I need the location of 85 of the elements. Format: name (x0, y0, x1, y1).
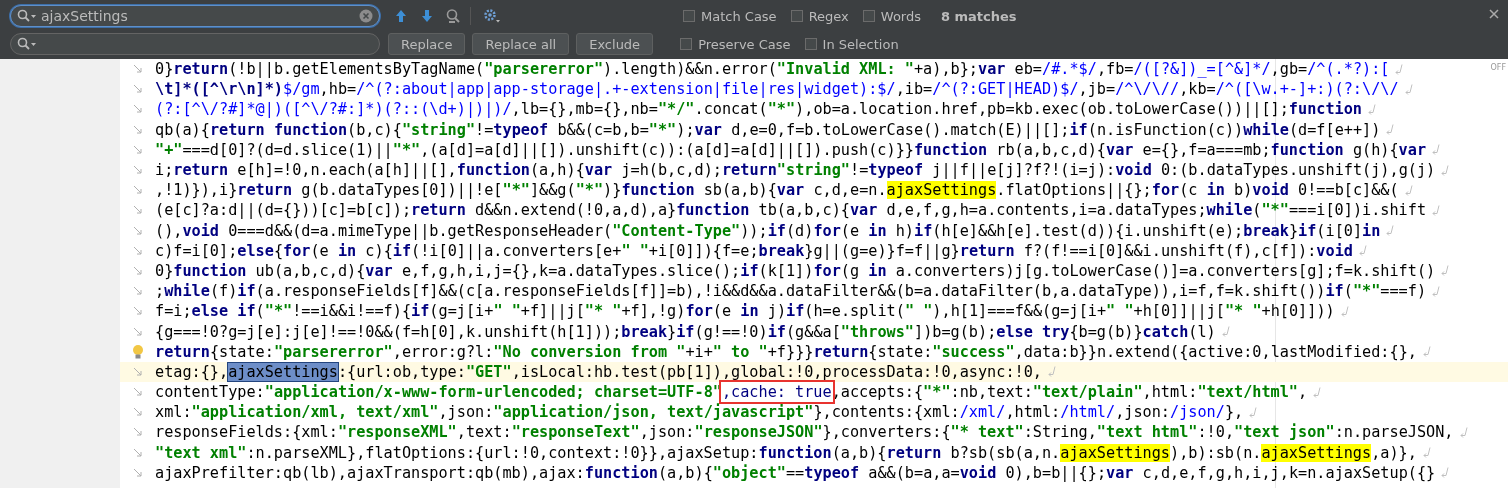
code-line: (?:[^\/?#]*@|)([^\/?#:]*)(?::(\d+)|)|)/,lb={},mb={},nb="*/".concat("*"),ob=a.location.href,pb=kb.exec(ob.toLowerCase())||[];function (155, 100, 1362, 119)
soft-wrap-icon (132, 104, 143, 115)
soft-wrap-icon (1441, 265, 1450, 277)
soft-wrap-icon (132, 387, 143, 398)
code-line: (),void 0===d&&(d=a.mimeType||b.getResponseHeader("Content-Type"));if(d)for(e in h)if(h[e]&&h[e].test(d)){i.unshift(e);break}if(i[0]in (155, 221, 1381, 240)
code-line: contentType:"application/x-www-form-urlencoded; charset=UTF-8",cache: true,accepts:{"*":nb,text:"text/plain",html:"text/html", (155, 383, 1308, 402)
replace-bar-button[interactable]: Replace all (472, 33, 570, 55)
code-line: ajaxPrefilter:qb(lb),ajaxTransport:qb(mb),ajax:function(a,b){"object"==typeof a&&(b=a,a=void 0),b=b||{};var c,d,e,f,g,h,i,j,k=n.ajaxSetup({} (155, 463, 1436, 482)
soft-wrap-icon (1368, 103, 1376, 115)
replace-field[interactable] (10, 33, 380, 55)
soft-wrap-icon (1386, 124, 1395, 136)
soft-wrap-icon (132, 64, 143, 75)
lightbulb-icon[interactable] (131, 343, 144, 360)
checkbox-label: Regex (808, 8, 849, 24)
replace-bar-button[interactable]: Exclude (576, 33, 654, 55)
search-icon[interactable] (17, 9, 37, 23)
code-line: responseFields:{xml:"responseXML",text:"responseText",json:"responseJSON"},converters:{"* text":String,"text html":!0,"text json":n.parseJSON, (155, 423, 1454, 442)
checkbox[interactable] (790, 10, 803, 22)
soft-wrap-icon (132, 407, 143, 418)
soft-wrap-icon (132, 185, 143, 196)
checkbox-label: Preserve Case (698, 36, 791, 52)
code-line: i;return e[h]=!0,n.each(a[h]||[],function(a,h){var j=h(b,c,d);return"string"!=typeof j||f||e[j]?f?!(i=j):void 0:(b.dataTypes.unshift(j),g(j) (155, 161, 1436, 180)
soft-wrap-icon (1249, 406, 1258, 418)
soft-wrap-icon (132, 366, 143, 377)
soft-wrap-icon (132, 245, 143, 256)
clear-icon[interactable] (359, 9, 373, 23)
soft-wrap-icon (132, 225, 143, 236)
code-line: 0}function ub(a,b,c,d){var e,f,g,h,i,j={},k=a.dataTypes.slice();if(k[1])for(g in a.converters)j[g.toLowerCase()]=a.converters[g];f=k.shift() (155, 261, 1436, 280)
soft-wrap-icon (1432, 204, 1441, 216)
match-count: 8 matches (941, 8, 1017, 24)
code-line: return{state:"parsererror",error:g?l:"No conversion from "+i+" to "+f}}}return{state:"success",data:b}}n.extend({active:0,lastModified:{}, (155, 342, 1417, 361)
checkbox-label: Match Case (701, 8, 777, 24)
soft-wrap-icon (132, 84, 143, 95)
code-line: xml:"application/xml, text/xml",json:"application/json, text/javascript"},contents:{xml:/xml/,html:/html/,json:/json/}, (155, 403, 1244, 422)
search-field[interactable]: ajaxSettings (10, 5, 380, 27)
code-line: qb(a){return function(b,c){"string"!=typeof b&&(c=b,b="*");var d,e=0,f=b.toLowerCase().match(E)||[];if(n.isFunction(c))while(d=f[e++]) (155, 120, 1381, 139)
soft-wrap-icon (1432, 285, 1441, 297)
code-line: (e[c]?a:d||(d={}))[c]=b[c]);return d&&n.extend(!0,a,d),a}function tb(a,b,c){var d,e,f,g,h=a.contents,i=a.dataTypes;while("*"===i[0])i.shift (155, 201, 1427, 220)
close-icon[interactable] (1488, 8, 1500, 20)
soft-wrap-icon (1386, 225, 1395, 237)
soft-wrap-icon (1441, 164, 1450, 176)
status-label: OFF (1490, 63, 1506, 72)
soft-wrap-icon (132, 427, 143, 438)
soft-wrap-icon (1441, 467, 1450, 479)
soft-wrap-icon (132, 165, 143, 176)
code-line: \t]*([^\r\n]*)$/gm,hb=/^(?:about|app|app-storage|.+-extension|file|res|widget):$/,ib=/^(?:GET|HEAD)$/,jb=/^\/\//,kb=/^([\w.+-]+:)(?:\/\/ (155, 80, 1399, 99)
soft-wrap-icon (132, 265, 143, 276)
soft-wrap-icon (1395, 63, 1404, 75)
search-input[interactable]: ajaxSettings (41, 8, 355, 24)
soft-wrap-icon (1422, 447, 1431, 459)
soft-wrap-icon (1047, 366, 1056, 378)
soft-wrap-icon (1404, 184, 1413, 196)
search-icon[interactable] (17, 37, 37, 51)
soft-wrap-icon (132, 467, 143, 478)
code-line: f=i;else if("*"!==i&&i!==f){if(g=j[i+" "+f]||j["* "+f],!g)for(e in j)if(h=e.split(" "),h[1]===f&&(g=j[i+" "+h[0]]||j["* "+h[0]])) (155, 302, 1335, 321)
code-line: "text xml":n.parseXML},flatOptions:{url:!0,context:!0}},ajaxSetup:function(a,b){return b?sb(sb(a,n.ajaxSettings),b):sb(n.ajaxSettings,a)}, (155, 443, 1417, 462)
soft-wrap-icon (1340, 305, 1349, 317)
code-line: etag:{},ajaxSettings:{url:ob,type:"GET",isLocal:hb.test(pb[1]),global:!0,processData:!0,async:!0, (155, 362, 1042, 381)
soft-wrap-icon (132, 306, 143, 317)
soft-wrap-icon (132, 124, 143, 135)
code-line: {g===!0?g=j[e]:j[e]!==!0&&(f=h[0],k.unshift(h[1]));break}if(g!==!0)if(g&&a["throws"])b=g(b);else try{b=g(b)}catch(l) (155, 322, 1216, 341)
code-line: "+"===d[0]?(d=d.slice(1)||"*",(a[d]=a[d]||[]).unshift(c)):(a[d]=a[d]||[]).push(c)}}function rb(a,b,c,d){var e={},f=a===mb;function g(h){var (155, 140, 1427, 159)
soft-wrap-icon (132, 144, 143, 155)
soft-wrap-icon (1313, 386, 1322, 398)
code-line: 0}return(!b||b.getElementsByTagName("parsererror").length)&&n.error("Invalid XML: "+a),b};var eb=/#.*$/,fb=/([?&])_=[^&]*/,gb=/^(.*?):[ (155, 60, 1390, 79)
replace-bar-button[interactable]: Replace (388, 33, 466, 55)
checkbox[interactable] (680, 38, 693, 50)
soft-wrap-icon (132, 447, 143, 458)
code-line: ;while(f)if(a.responseFields[f]&&(c[a.responseFields[f]]=b),!i&&d&&a.dataFilter&&(b=a.dataFilter(b,a.dataType)),i=f,f=k.shift())if("*"===f) (155, 282, 1427, 301)
checkbox-label: Words (880, 8, 921, 24)
soft-wrap-icon (1432, 144, 1441, 156)
code-line: c)f=i[0];else{for(e in c){if(!i[0]||a.converters[e+" "+i[0]]){f=e;break}g||(g=e)}f=f||g}return f?(f!==i[0]&&i.unshift(f),c[f]):void (155, 241, 1353, 260)
checkbox-label: In Selection (822, 36, 899, 52)
checkbox[interactable] (862, 10, 875, 22)
soft-wrap-icon (132, 205, 143, 216)
code-line: ,!1)}),i}return g(b.dataTypes[0])||!e["*"]&&g("*")}function sb(a,b){var c,d,e=n.ajaxSettings.flatOptions||{};for(c in b)void 0!==b[c]&&( (155, 181, 1399, 200)
soft-wrap-icon (132, 326, 143, 337)
soft-wrap-icon (1404, 83, 1413, 95)
soft-wrap-icon (1422, 346, 1431, 358)
soft-wrap-icon (1221, 326, 1230, 338)
checkbox[interactable] (804, 38, 817, 50)
soft-wrap-icon (132, 286, 143, 297)
soft-wrap-icon (1358, 245, 1367, 257)
soft-wrap-icon (1459, 426, 1468, 438)
checkbox[interactable] (683, 10, 695, 22)
